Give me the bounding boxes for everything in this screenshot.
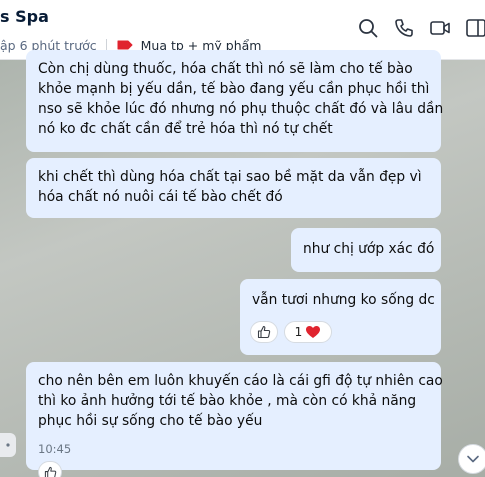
reaction-bar: 1 <box>250 321 332 343</box>
dot-icon <box>6 443 10 447</box>
message-timestamp: 10:45 <box>38 442 72 456</box>
message-text: cho nên bên em luôn khuyến cáo là cái gf… <box>38 373 443 389</box>
scroll-to-bottom-button[interactable] <box>458 444 485 474</box>
thumbs-up-icon <box>257 325 271 339</box>
message-bubble-sent[interactable]: như chị ướp xác đó <box>291 228 441 272</box>
message-text: khỏe mạnh bị yếu dần, tế bào đang yếu cầ… <box>38 81 430 97</box>
message-text: nso sẽ khỏe lúc đó nhưng nó phụ thuộc ch… <box>38 101 444 117</box>
message-text: Còn chị dùng thuốc, hóa chất thì nó sẽ l… <box>38 61 413 77</box>
tag-icon[interactable] <box>117 40 133 50</box>
like-reaction-button[interactable] <box>38 461 62 477</box>
message-text: vẫn tươi nhưng ko sống dc <box>252 292 435 308</box>
message-text: phục hồi sự sống cho tế bào yếu <box>38 413 263 429</box>
video-call-icon[interactable] <box>429 17 451 39</box>
thumbs-up-icon <box>44 466 56 477</box>
phone-icon[interactable] <box>393 17 415 39</box>
heart-icon <box>306 326 321 338</box>
chevron-down-icon <box>467 455 479 463</box>
reaction-summary[interactable]: 1 <box>284 321 332 343</box>
message-text: hóa chất nó nuôi cái tế bào chết đó <box>38 189 283 205</box>
message-text: khi chết thì dùng hóa chất tại sao bề mặ… <box>38 169 422 185</box>
like-reaction-button[interactable] <box>250 321 278 343</box>
search-icon[interactable] <box>357 17 379 39</box>
message-text: nó ko đc chất cần để trẻ hóa thì nó tự c… <box>38 121 333 137</box>
message-bubble-sent[interactable]: vẫn tươi nhưng ko sống dc <box>240 279 441 355</box>
message-text: như chị ướp xác đó <box>303 241 435 257</box>
message-bubble[interactable]: cho nên bên em luôn khuyến cáo là cái gf… <box>26 362 443 470</box>
message-text: thì ko ảnh hưởng tới tế bào khỏe , mà cò… <box>38 393 417 409</box>
message-bubble[interactable]: khi chết thì dùng hóa chất tại sao bề mặ… <box>26 158 441 218</box>
message-options-handle[interactable] <box>0 433 16 457</box>
reaction-count: 1 <box>294 325 303 339</box>
sidebar-toggle-icon[interactable] <box>465 17 485 39</box>
message-bubble[interactable]: Còn chị dùng thuốc, hóa chất thì nó sẽ l… <box>26 50 444 152</box>
conversation-title[interactable]: s Spa <box>0 7 49 26</box>
